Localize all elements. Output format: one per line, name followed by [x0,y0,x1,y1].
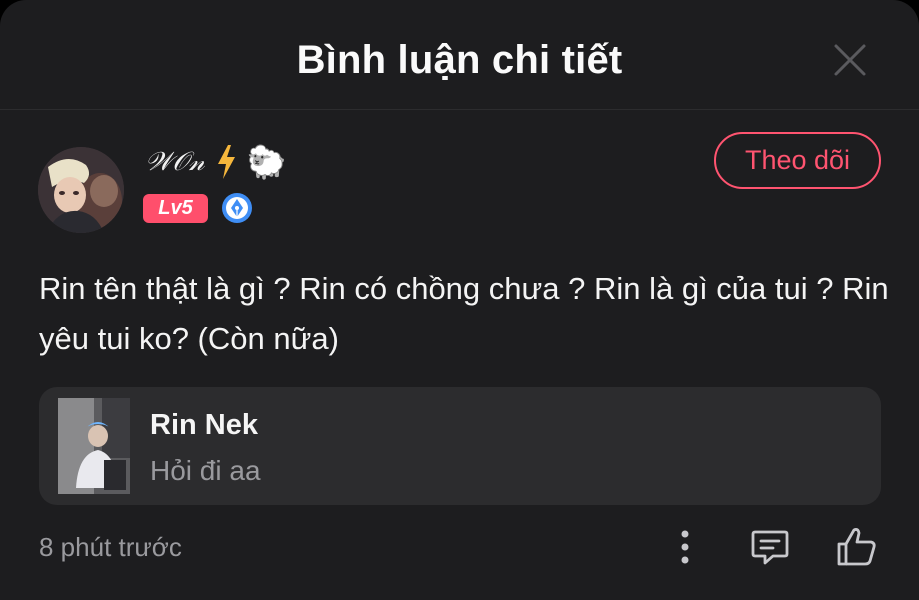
comment-detail-sheet: Bình luận chi tiết 𝒲𝒪𝓃 🐑 Lv5 Theo dõi Ri… [0,0,919,600]
lightning-icon [217,145,235,179]
page-title: Bình luận chi tiết [296,38,623,82]
reply-button[interactable] [749,526,791,568]
avatar-image [38,147,124,233]
pen-nib-badge-icon [222,193,252,223]
level-badge: Lv5 [143,193,208,223]
like-button[interactable] [834,524,880,570]
reply-icon [751,530,789,565]
comment-text: Rin tên thật là gì ? Rin có chồng chưa ?… [39,271,889,356]
avatar[interactable] [38,147,124,233]
close-icon [834,44,866,76]
sheet-header: Bình luận chi tiết [0,0,919,110]
author-badges: Lv5 [143,192,253,224]
follow-button[interactable]: Theo dõi [714,132,881,189]
sheep-emoji: 🐑 [246,144,287,180]
reply-thumbnail-image [58,398,130,494]
reply-thumbnail [58,398,130,494]
author-name-row: 𝒲𝒪𝓃 🐑 [145,142,287,182]
close-button[interactable] [830,40,870,80]
author-username[interactable]: 𝒲𝒪𝓃 [145,147,205,178]
comment-timestamp: 8 phút trước [39,532,182,562]
more-options-button[interactable] [671,527,699,567]
more-icon [681,530,689,564]
reply-author-name: Rin Nek [150,409,258,441]
reply-text: Hỏi đi aa [150,455,261,486]
quoted-reply-card[interactable]: Rin Nek Hỏi đi aa [39,387,881,505]
like-icon [837,528,876,566]
